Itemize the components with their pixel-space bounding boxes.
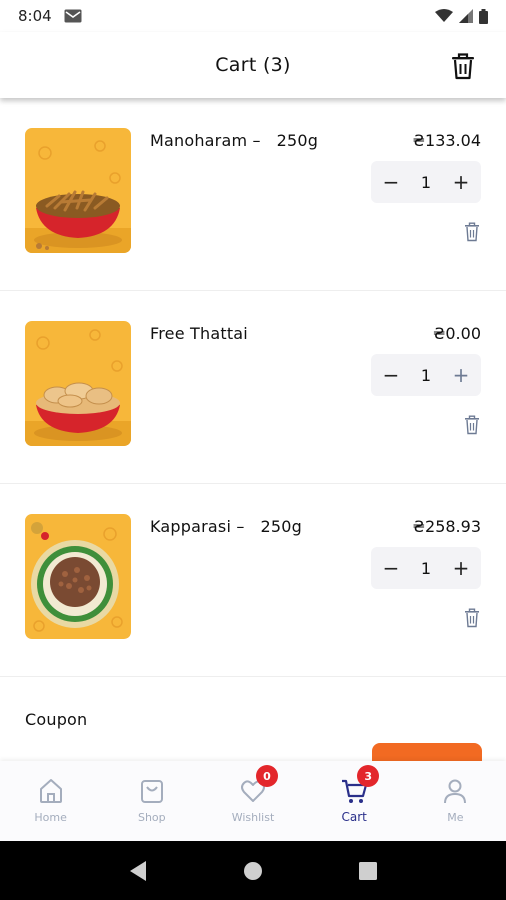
gmail-notification-icon	[64, 9, 82, 23]
product-price: ₴133.04	[412, 131, 481, 150]
nav-item-cart[interactable]: 3 Cart	[304, 761, 405, 841]
product-image-thattai[interactable]	[25, 321, 131, 446]
decrease-quantity-button[interactable]: −	[381, 363, 401, 387]
page-title: Cart (3)	[215, 54, 291, 76]
nav-label-wishlist: Wishlist	[231, 811, 275, 824]
nav-item-wishlist[interactable]: 0 Wishlist	[202, 761, 303, 841]
nav-label-cart: Cart	[341, 810, 367, 824]
nav-label-shop: Shop	[137, 811, 166, 824]
product-name[interactable]: Manoharam – 250g	[150, 131, 318, 150]
nav-item-shop[interactable]: Shop	[101, 761, 202, 841]
nav-label-home: Home	[34, 811, 67, 824]
cart-item: Free Thattai ₴0.00 − 1 +	[0, 291, 506, 484]
quantity-stepper: − 1 +	[371, 354, 481, 396]
clear-cart-trash-icon[interactable]	[450, 52, 476, 80]
status-time: 8:04	[18, 7, 52, 25]
quantity-value: 1	[420, 172, 432, 192]
wifi-icon	[435, 9, 453, 22]
product-image-kapparasi[interactable]	[25, 514, 131, 639]
home-circle-icon[interactable]	[241, 859, 265, 883]
bottom-navigation: Home Shop 0 Wishlist 3 Cart Me	[0, 761, 506, 841]
remove-item-trash-icon[interactable]	[463, 608, 481, 628]
quantity-stepper: − 1 +	[371, 547, 481, 589]
increase-quantity-button[interactable]: +	[451, 556, 471, 580]
increase-quantity-button[interactable]: +	[451, 363, 471, 387]
app-header: Cart (3)	[0, 32, 506, 98]
recents-icon[interactable]	[356, 859, 380, 883]
cart-item: Kapparasi – 250g ₴258.93 − 1 +	[0, 484, 506, 677]
product-name[interactable]: Kapparasi – 250g	[150, 517, 302, 536]
battery-icon	[479, 8, 488, 24]
quantity-stepper: − 1 +	[371, 161, 481, 203]
product-price: ₴258.93	[412, 517, 481, 536]
quantity-value: 1	[420, 558, 432, 578]
decrease-quantity-button[interactable]: −	[381, 170, 401, 194]
product-name[interactable]: Free Thattai	[150, 324, 248, 343]
decrease-quantity-button[interactable]: −	[381, 556, 401, 580]
nav-item-me[interactable]: Me	[405, 761, 506, 841]
status-bar: 8:04	[0, 0, 506, 32]
cart-count-badge: 3	[357, 765, 380, 787]
signal-icon	[459, 9, 473, 23]
product-image-manoharam[interactable]	[25, 128, 131, 253]
system-navigation-bar	[0, 841, 506, 900]
increase-quantity-button[interactable]: +	[451, 170, 471, 194]
cart-item-list: Manoharam – 250g ₴133.04 − 1 + Free That…	[0, 98, 506, 677]
nav-item-home[interactable]: Home	[0, 761, 101, 841]
cart-screen: 8:04 Cart (3) Manoharam – 250g ₴133.04 −…	[0, 0, 506, 900]
remove-item-trash-icon[interactable]	[463, 222, 481, 242]
quantity-value: 1	[420, 365, 432, 385]
remove-item-trash-icon[interactable]	[463, 415, 481, 435]
user-icon	[444, 779, 467, 804]
product-price: ₴0.00	[432, 324, 481, 343]
back-icon[interactable]	[126, 859, 150, 883]
shopping-bag-icon	[140, 780, 163, 803]
coupon-label: Coupon	[25, 710, 88, 729]
home-icon	[39, 779, 62, 803]
nav-label-me: Me	[447, 811, 464, 824]
cart-item: Manoharam – 250g ₴133.04 − 1 +	[0, 98, 506, 291]
wishlist-count-badge: 0	[256, 765, 278, 787]
status-icons	[435, 8, 488, 24]
